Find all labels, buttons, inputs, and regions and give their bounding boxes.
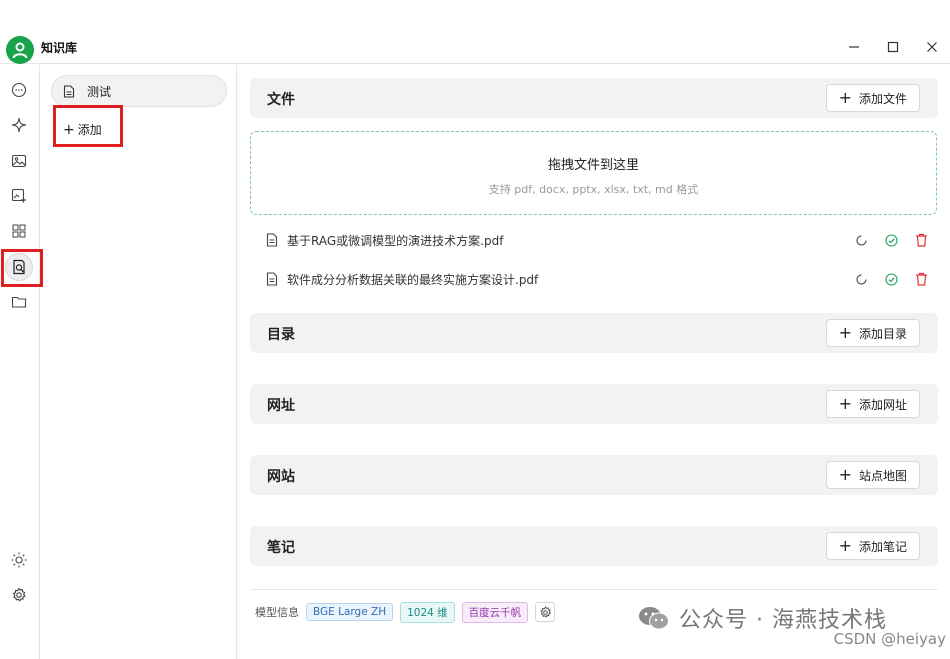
close-icon xyxy=(927,42,937,52)
close-button[interactable] xyxy=(917,36,947,58)
nav-image-tools[interactable] xyxy=(5,182,33,210)
highlight-box-nav xyxy=(1,249,43,287)
wechat-icon xyxy=(639,607,669,630)
dropzone-title: 拖拽文件到这里 xyxy=(547,158,639,173)
status-ok xyxy=(876,231,906,249)
model-name-tag: BGE Large ZH xyxy=(306,603,394,621)
settings-icon xyxy=(12,587,26,602)
sitemap-button[interactable]: + 站点地图 xyxy=(825,461,920,489)
trash-icon xyxy=(915,233,927,247)
file-name: 软件成分分析数据关联的最终实施方案设计.pdf xyxy=(287,272,539,287)
nav-agents[interactable] xyxy=(5,111,33,139)
theme-toggle[interactable] xyxy=(5,546,33,574)
section-title-directory: 目录 xyxy=(267,327,295,343)
nav-files[interactable] xyxy=(5,288,33,316)
provider-tag: 百度云千帆 xyxy=(461,601,529,623)
section-files: 文件 + 添加文件 xyxy=(250,78,938,118)
model-settings-button[interactable] xyxy=(535,602,556,622)
add-directory-label: 添加目录 xyxy=(858,326,907,341)
maximize-button[interactable] xyxy=(878,36,908,58)
delete-button[interactable] xyxy=(906,270,936,288)
add-directory-button[interactable]: + 添加目录 xyxy=(825,319,920,347)
add-note-button[interactable]: + 添加笔记 xyxy=(825,532,920,560)
model-info-label: 模型信息 xyxy=(255,606,299,619)
add-url-label: 添加网址 xyxy=(858,397,907,412)
section-title-files: 文件 xyxy=(267,92,295,108)
section-directory: 目录 + 添加目录 xyxy=(250,313,938,353)
sitemap-label: 站点地图 xyxy=(858,468,907,483)
trash-icon xyxy=(915,272,927,286)
refresh-icon xyxy=(855,273,867,285)
delete-button[interactable] xyxy=(906,231,936,249)
main-content: 文件 + 添加文件 拖拽文件到这里 支持 pdf, docx, pptx, xls… xyxy=(238,65,950,659)
refresh-icon xyxy=(855,234,867,246)
folder-icon xyxy=(11,296,27,308)
section-website: 网站 + 站点地图 xyxy=(250,455,938,495)
file-row: 基于RAG或微调模型的演进技术方案.pdf xyxy=(266,228,936,252)
add-file-label: 添加文件 xyxy=(858,91,907,106)
status-ok xyxy=(876,270,906,288)
section-title-url: 网址 xyxy=(267,398,295,414)
section-title-website: 网站 xyxy=(267,469,295,485)
maximize-icon xyxy=(887,41,899,53)
check-circle-icon xyxy=(884,233,898,247)
plus-icon: + xyxy=(838,88,852,107)
add-file-button[interactable]: + 添加文件 xyxy=(825,84,920,112)
minimize-button[interactable] xyxy=(839,36,869,58)
title-bar: 知识库 xyxy=(0,28,950,64)
settings-icon xyxy=(540,605,551,618)
file-row: 软件成分分析数据关联的最终实施方案设计.pdf xyxy=(266,267,936,291)
section-notes: 笔记 + 添加笔记 xyxy=(250,526,938,566)
chat-icon xyxy=(11,82,27,98)
window-title: 知识库 xyxy=(41,41,78,55)
refresh-button[interactable] xyxy=(846,270,876,288)
section-title-notes: 笔记 xyxy=(267,540,295,556)
app-logo xyxy=(6,36,34,64)
nav-chat[interactable] xyxy=(5,76,33,104)
apps-grid-icon xyxy=(12,224,26,238)
file-dropzone[interactable]: 拖拽文件到这里 支持 pdf, docx, pptx, xlsx, txt, m… xyxy=(250,131,937,215)
image-edit-icon xyxy=(11,188,26,203)
file-icon xyxy=(266,272,278,286)
document-icon xyxy=(63,84,75,98)
sparkle-icon xyxy=(11,117,27,133)
dropzone-hint: 支持 pdf, docx, pptx, xlsx, txt, md 格式 xyxy=(488,183,699,196)
plus-icon: + xyxy=(838,536,852,555)
sun-icon xyxy=(11,552,27,568)
file-name: 基于RAG或微调模型的演进技术方案.pdf xyxy=(287,233,504,248)
file-icon xyxy=(266,233,278,247)
nav-rail xyxy=(0,65,40,659)
dimensions-tag: 1024 维 xyxy=(400,601,455,623)
nav-settings[interactable] xyxy=(5,581,33,609)
add-note-label: 添加笔记 xyxy=(858,539,907,554)
highlight-box-add xyxy=(53,105,123,147)
knowledge-base-list: 测试 + 添加 xyxy=(41,65,237,659)
image-icon xyxy=(11,154,27,168)
kb-item-test[interactable]: 测试 xyxy=(51,75,227,107)
minimize-icon xyxy=(849,46,859,48)
nav-apps[interactable] xyxy=(5,217,33,245)
plus-icon: + xyxy=(838,394,852,413)
kb-item-label: 测试 xyxy=(87,84,112,99)
refresh-button[interactable] xyxy=(846,231,876,249)
section-url: 网址 + 添加网址 xyxy=(250,384,938,424)
add-url-button[interactable]: + 添加网址 xyxy=(825,390,920,418)
nav-images[interactable] xyxy=(5,147,33,175)
check-circle-icon xyxy=(884,272,898,286)
plus-icon: + xyxy=(838,465,852,484)
csdn-watermark: CSDN @heiyay xyxy=(833,630,946,648)
plus-icon: + xyxy=(838,323,852,342)
